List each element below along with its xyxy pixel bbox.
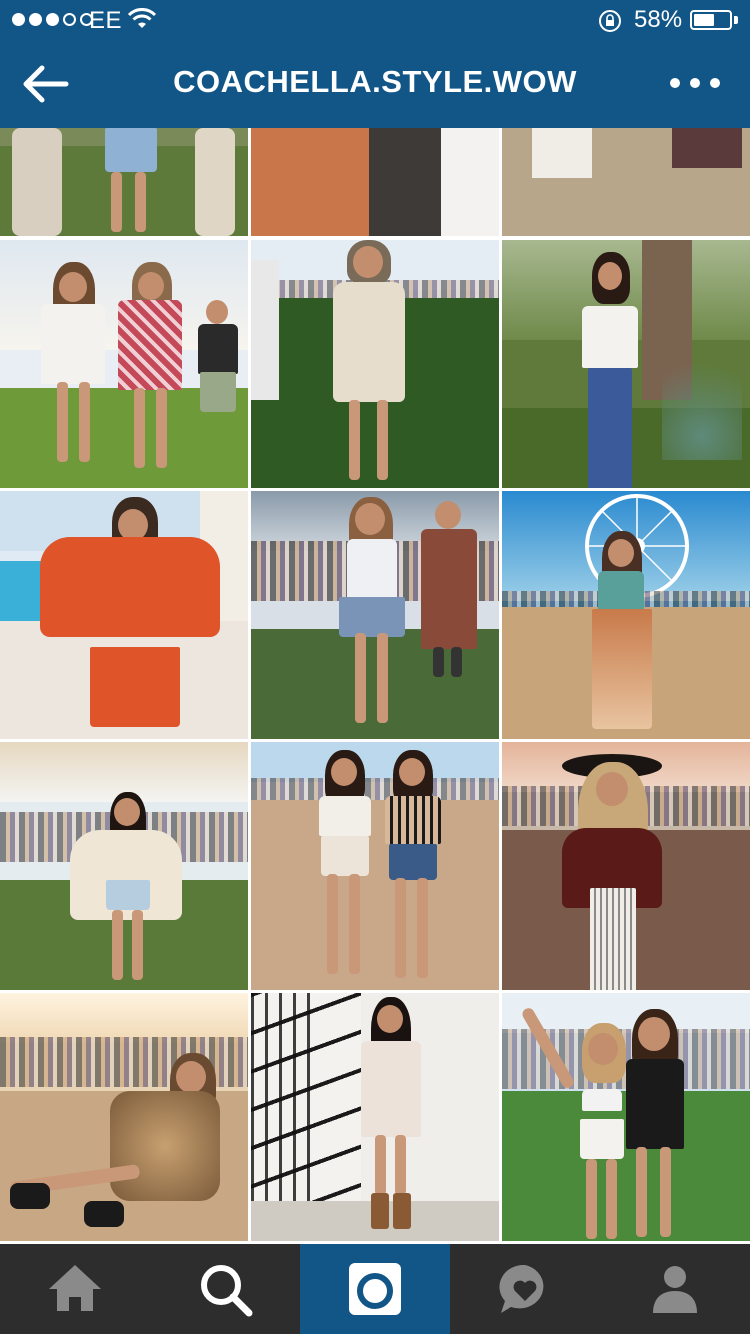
post-thumbnail[interactable] xyxy=(0,742,248,990)
activity-icon xyxy=(499,1264,544,1313)
camera-icon xyxy=(349,1263,401,1315)
post-thumbnail[interactable] xyxy=(0,993,248,1241)
post-thumbnail[interactable] xyxy=(251,742,499,990)
post-thumbnail[interactable] xyxy=(251,993,499,1241)
post-thumbnail[interactable] xyxy=(502,742,750,990)
wifi-icon xyxy=(127,8,157,28)
tab-search[interactable] xyxy=(150,1244,300,1334)
back-arrow-icon[interactable] xyxy=(20,62,70,106)
post-thumbnail[interactable] xyxy=(251,128,499,236)
carrier-label: EE xyxy=(89,7,123,34)
post-thumbnail[interactable] xyxy=(502,491,750,739)
battery-icon xyxy=(690,10,732,30)
post-thumbnail[interactable] xyxy=(0,240,248,488)
tab-activity[interactable] xyxy=(450,1244,600,1334)
battery-percent: 58% xyxy=(634,6,683,33)
post-thumbnail[interactable] xyxy=(502,993,750,1241)
photo-grid xyxy=(0,128,750,1242)
rotation-lock-icon xyxy=(599,10,621,32)
status-bar: EE 58% xyxy=(0,0,750,40)
home-icon xyxy=(49,1265,101,1311)
more-options-icon[interactable] xyxy=(668,72,722,94)
page-title: COACHELLA.STYLE.WOW xyxy=(173,64,577,99)
tab-profile[interactable] xyxy=(600,1244,750,1334)
search-icon xyxy=(201,1265,253,1317)
profile-icon xyxy=(653,1266,697,1313)
tab-camera[interactable] xyxy=(300,1244,450,1334)
post-thumbnail[interactable] xyxy=(502,240,750,488)
post-thumbnail[interactable] xyxy=(251,240,499,488)
top-bar: EE 58% COACHELLA.STYLE.WOW xyxy=(0,0,750,128)
signal-strength-icon xyxy=(12,13,93,26)
post-thumbnail[interactable] xyxy=(502,128,750,236)
tab-bar xyxy=(0,1244,750,1334)
post-thumbnail[interactable] xyxy=(251,491,499,739)
post-thumbnail[interactable] xyxy=(0,128,248,236)
post-thumbnail[interactable] xyxy=(0,491,248,739)
tab-home[interactable] xyxy=(0,1244,150,1334)
